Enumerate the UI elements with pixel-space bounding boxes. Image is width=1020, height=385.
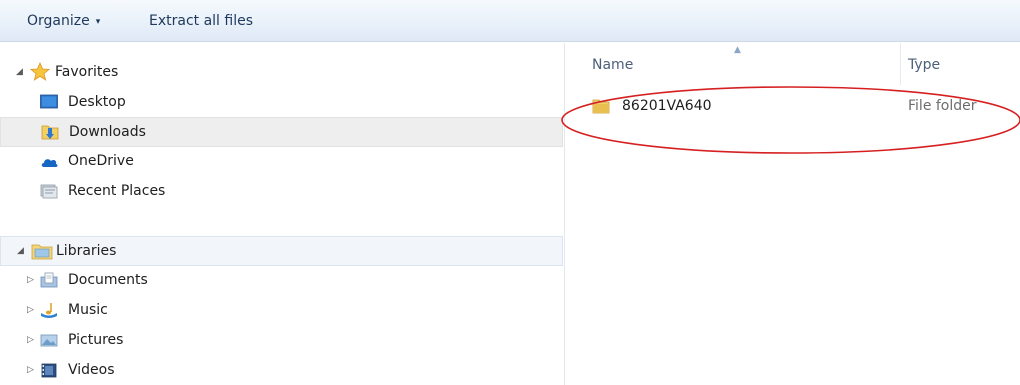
nav-item-label: Pictures bbox=[68, 332, 124, 348]
column-divider[interactable] bbox=[900, 43, 901, 85]
nav-item-label: Music bbox=[68, 302, 108, 318]
file-row[interactable]: 86201VA640 File folder bbox=[592, 93, 1012, 119]
nav-item-onedrive[interactable]: OneDrive bbox=[0, 147, 560, 175]
column-header-type[interactable]: Type bbox=[908, 53, 940, 77]
navigation-pane: ◢ Favorites Desktop Downloads OneDrive R… bbox=[0, 43, 565, 385]
collapsed-arrow-icon[interactable]: ▷ bbox=[27, 296, 34, 324]
favorites-star-icon bbox=[30, 62, 50, 81]
nav-item-videos[interactable]: ▷ Videos bbox=[0, 356, 560, 384]
command-bar: Organize ▾ Extract all files bbox=[0, 0, 1020, 42]
documents-library-icon bbox=[40, 272, 58, 288]
file-name: 86201VA640 bbox=[622, 98, 712, 114]
nav-favorites[interactable]: ◢ Favorites bbox=[0, 58, 560, 86]
folder-icon bbox=[592, 99, 610, 114]
nav-item-recent-places[interactable]: Recent Places bbox=[0, 177, 560, 205]
organize-button[interactable]: Organize ▾ bbox=[27, 11, 100, 31]
pictures-library-icon bbox=[40, 334, 58, 347]
collapsed-arrow-icon[interactable]: ▷ bbox=[27, 356, 34, 384]
chevron-down-icon: ▾ bbox=[95, 17, 101, 27]
nav-item-music[interactable]: ▷ Music bbox=[0, 296, 560, 324]
file-list-pane: Name ▲ Type 86201VA640 File folder bbox=[566, 43, 1020, 385]
file-type: File folder bbox=[908, 98, 977, 114]
videos-library-icon bbox=[41, 363, 57, 378]
nav-item-pictures[interactable]: ▷ Pictures bbox=[0, 326, 560, 354]
nav-item-desktop[interactable]: Desktop bbox=[0, 88, 560, 116]
collapsed-arrow-icon[interactable]: ▷ bbox=[27, 326, 34, 354]
nav-libraries[interactable]: ◢ Libraries bbox=[0, 236, 563, 266]
extract-all-files-button[interactable]: Extract all files bbox=[149, 11, 253, 31]
nav-libraries-label: Libraries bbox=[56, 243, 117, 259]
nav-item-label: Downloads bbox=[69, 124, 146, 140]
expanded-arrow-icon[interactable]: ◢ bbox=[16, 58, 23, 86]
downloads-folder-icon bbox=[41, 125, 59, 140]
nav-item-label: Videos bbox=[68, 362, 115, 378]
nav-favorites-label: Favorites bbox=[55, 64, 119, 80]
recent-places-icon bbox=[40, 184, 58, 199]
organize-label: Organize bbox=[27, 13, 90, 29]
nav-item-label: Documents bbox=[68, 272, 148, 288]
nav-item-label: OneDrive bbox=[68, 153, 134, 169]
nav-item-documents[interactable]: ▷ Documents bbox=[0, 266, 560, 294]
collapsed-arrow-icon[interactable]: ▷ bbox=[27, 266, 34, 294]
onedrive-cloud-icon bbox=[41, 159, 58, 167]
sort-ascending-icon: ▲ bbox=[734, 45, 741, 55]
libraries-icon bbox=[31, 244, 53, 260]
expanded-arrow-icon[interactable]: ◢ bbox=[17, 237, 24, 265]
music-library-icon bbox=[41, 303, 57, 318]
desktop-icon bbox=[40, 94, 58, 109]
column-header-name[interactable]: Name bbox=[592, 53, 633, 77]
nav-item-label: Desktop bbox=[68, 94, 126, 110]
nav-item-label: Recent Places bbox=[68, 183, 166, 199]
nav-item-downloads[interactable]: Downloads bbox=[0, 117, 563, 147]
